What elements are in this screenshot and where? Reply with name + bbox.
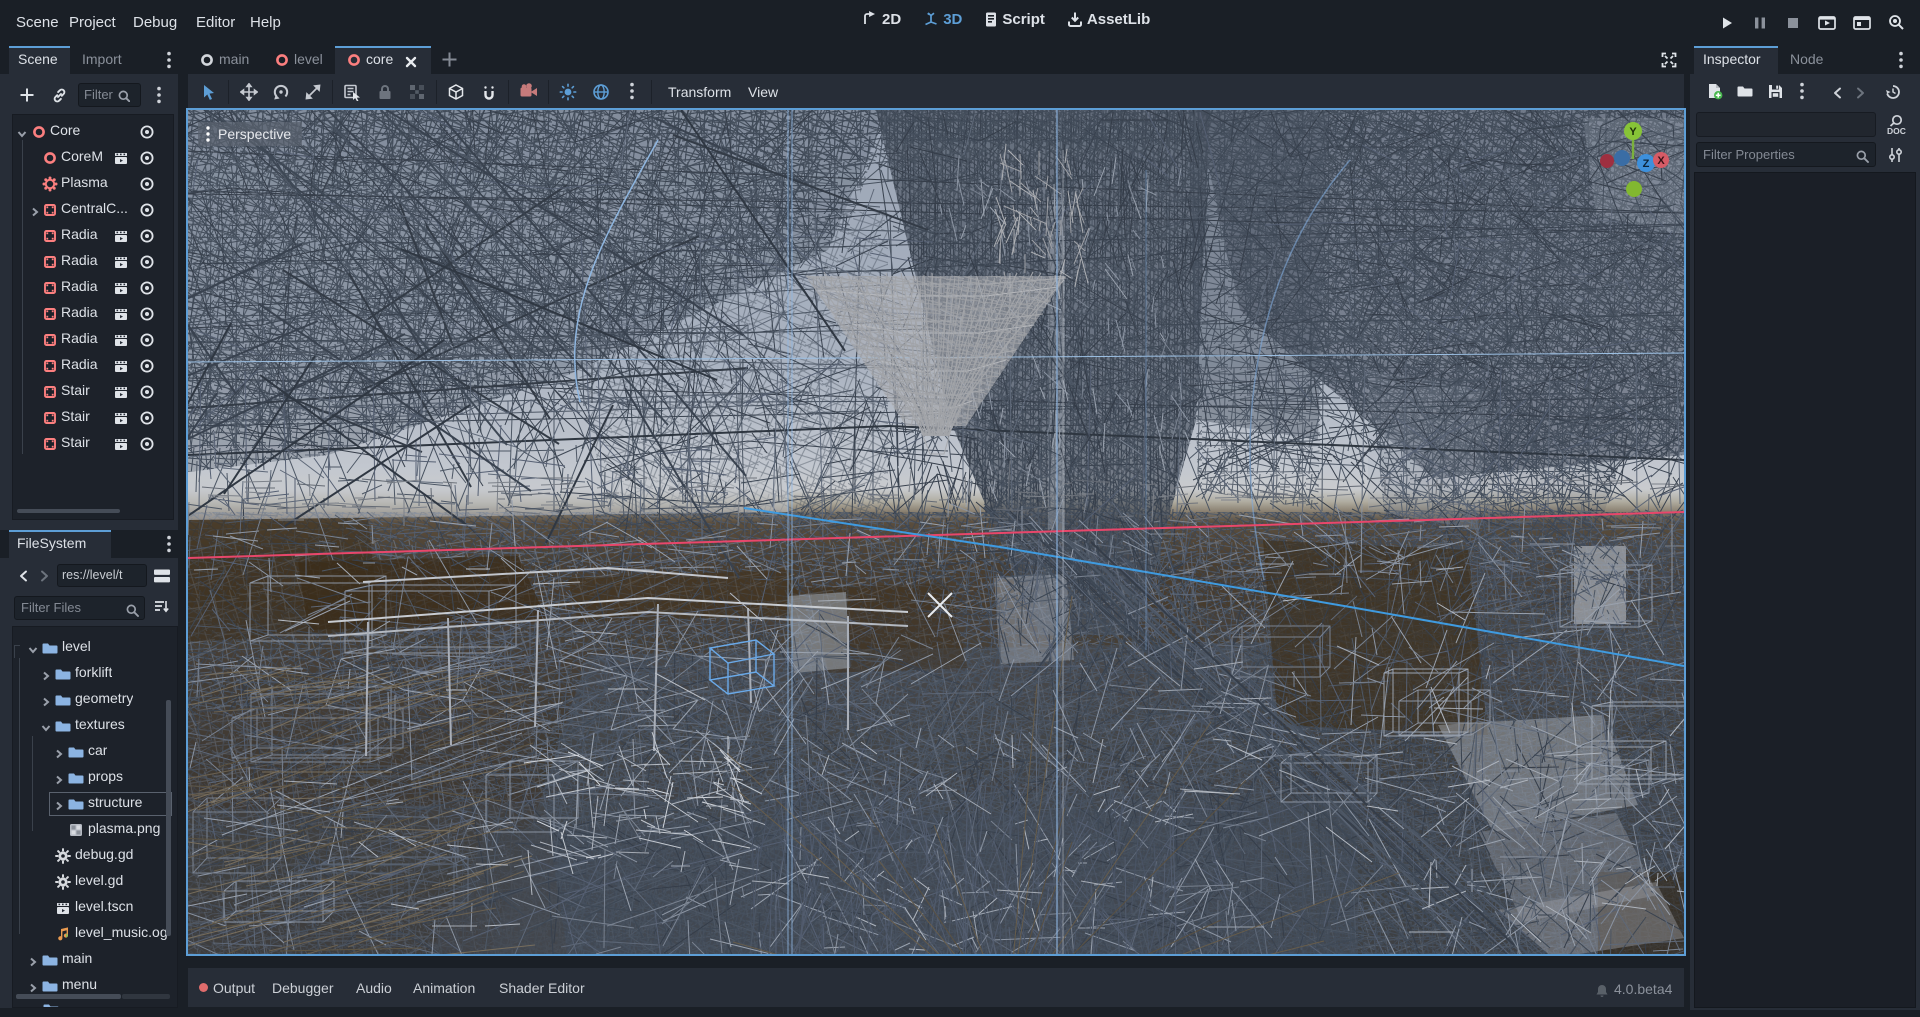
svg-text:Y: Y (1629, 126, 1637, 138)
svg-text:Perspective: Perspective (218, 126, 291, 142)
svg-text:X: X (1657, 155, 1665, 167)
svg-text:Z: Z (1643, 158, 1650, 170)
svg-text:DOC: DOC (1887, 126, 1906, 136)
